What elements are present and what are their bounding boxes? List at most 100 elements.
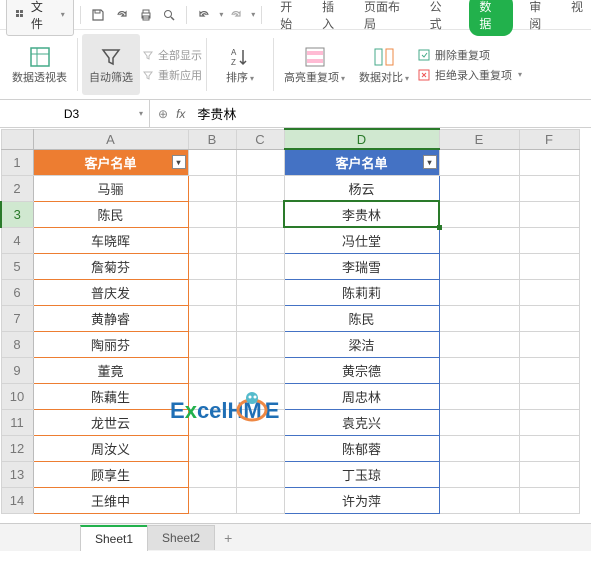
cell[interactable] <box>439 487 519 513</box>
cell[interactable] <box>439 149 519 175</box>
cell[interactable] <box>236 253 284 279</box>
col-header-F[interactable]: F <box>519 129 579 149</box>
sheet-tab-1[interactable]: Sheet1 <box>80 525 148 551</box>
cell[interactable] <box>439 435 519 461</box>
ribbon-highlight-dup[interactable]: 高亮重复项▾ <box>278 34 351 95</box>
cell[interactable] <box>439 253 519 279</box>
cell[interactable]: 丁玉琼 <box>284 461 439 487</box>
redo-icon[interactable] <box>225 4 247 26</box>
tab-start[interactable]: 开始 <box>278 0 306 36</box>
cell[interactable] <box>236 409 284 435</box>
filter-dropdown-icon[interactable]: ▾ <box>172 155 186 169</box>
save-icon[interactable] <box>87 4 109 26</box>
tab-insert[interactable]: 插入 <box>320 0 348 36</box>
ribbon-show-all[interactable]: 全部显示 <box>142 47 202 63</box>
cell[interactable] <box>439 461 519 487</box>
cell[interactable] <box>188 201 236 227</box>
tab-data[interactable]: 数据 <box>469 0 513 36</box>
cell[interactable] <box>519 201 579 227</box>
select-all-corner[interactable] <box>1 129 33 149</box>
row-header[interactable]: 7 <box>1 305 33 331</box>
cell[interactable]: 陶丽芬 <box>33 331 188 357</box>
print-preview-icon[interactable] <box>159 4 181 26</box>
cell[interactable] <box>439 279 519 305</box>
cell[interactable] <box>519 461 579 487</box>
cell[interactable] <box>236 227 284 253</box>
spreadsheet-grid[interactable]: A B C D E F 1客户名单▾客户名单▾2马骊杨云3陈民李贵林4车晓晖冯仕… <box>0 128 580 514</box>
cell[interactable] <box>519 305 579 331</box>
cell[interactable]: 车晓晖 <box>33 227 188 253</box>
row-header[interactable]: 4 <box>1 227 33 253</box>
ribbon-data-compare[interactable]: 数据对比▾ <box>353 34 415 95</box>
cell[interactable] <box>439 305 519 331</box>
cell[interactable] <box>519 279 579 305</box>
col-header-D[interactable]: D <box>284 129 439 149</box>
tab-view[interactable]: 视 <box>569 0 585 36</box>
cell[interactable]: 詹菊芬 <box>33 253 188 279</box>
cell[interactable] <box>439 175 519 201</box>
cell[interactable] <box>188 149 236 175</box>
ribbon-sort[interactable]: AZ 排序▾ <box>211 34 269 95</box>
cell[interactable] <box>188 253 236 279</box>
formula-input[interactable] <box>193 104 583 123</box>
cell[interactable] <box>188 435 236 461</box>
cell[interactable] <box>439 201 519 227</box>
row-header[interactable]: 14 <box>1 487 33 513</box>
cell[interactable] <box>519 175 579 201</box>
cell[interactable] <box>236 279 284 305</box>
cell[interactable]: 李贵林 <box>284 201 439 227</box>
row-header[interactable]: 11 <box>1 409 33 435</box>
cell[interactable]: 周汝义 <box>33 435 188 461</box>
cell[interactable] <box>236 487 284 513</box>
cell[interactable]: 陈民 <box>284 305 439 331</box>
row-header[interactable]: 3 <box>1 201 33 227</box>
cell[interactable]: 陈莉莉 <box>284 279 439 305</box>
cell[interactable]: 周忠林 <box>284 383 439 409</box>
tab-formula[interactable]: 公式 <box>428 0 456 36</box>
undo-icon[interactable] <box>193 4 215 26</box>
cell[interactable]: 袁克兴 <box>284 409 439 435</box>
cell[interactable]: 许为萍 <box>284 487 439 513</box>
cell[interactable]: 普庆发 <box>33 279 188 305</box>
row-header[interactable]: 10 <box>1 383 33 409</box>
cell[interactable]: 董竟 <box>33 357 188 383</box>
ribbon-pivot[interactable]: 数据透视表 <box>6 34 73 95</box>
cell[interactable] <box>236 305 284 331</box>
cell[interactable]: 梁洁 <box>284 331 439 357</box>
cell[interactable] <box>236 149 284 175</box>
cell[interactable] <box>519 487 579 513</box>
cell[interactable]: 顾享生 <box>33 461 188 487</box>
col-header-C[interactable]: C <box>236 129 284 149</box>
filter-dropdown-icon[interactable]: ▾ <box>423 155 437 169</box>
ribbon-reapply[interactable]: 重新应用 <box>142 67 202 83</box>
cell[interactable] <box>519 149 579 175</box>
cell[interactable] <box>519 435 579 461</box>
fx-icon[interactable]: fx <box>176 107 185 121</box>
name-box[interactable]: ▾ <box>0 100 150 127</box>
cell-ref-input[interactable] <box>6 107 137 121</box>
ribbon-remove-dup[interactable]: 删除重复项 <box>417 47 522 63</box>
cell[interactable] <box>519 409 579 435</box>
cell[interactable] <box>439 357 519 383</box>
sheet-tab-2[interactable]: Sheet2 <box>147 525 215 550</box>
tab-review[interactable]: 审阅 <box>527 0 555 36</box>
col-header-E[interactable]: E <box>439 129 519 149</box>
row-header[interactable]: 2 <box>1 175 33 201</box>
cell[interactable] <box>519 331 579 357</box>
cell[interactable]: 王维中 <box>33 487 188 513</box>
cell[interactable] <box>188 461 236 487</box>
cell[interactable] <box>188 227 236 253</box>
row-header[interactable]: 9 <box>1 357 33 383</box>
cell[interactable] <box>188 331 236 357</box>
cell[interactable] <box>519 357 579 383</box>
cell[interactable]: 黄宗德 <box>284 357 439 383</box>
cell[interactable] <box>236 435 284 461</box>
cell[interactable] <box>439 227 519 253</box>
row-header[interactable]: 12 <box>1 435 33 461</box>
cell[interactable]: 杨云 <box>284 175 439 201</box>
ribbon-reject-dup[interactable]: 拒绝录入重复项▾ <box>417 67 522 83</box>
zoom-icon[interactable]: ⊕ <box>158 107 168 121</box>
cell[interactable] <box>188 175 236 201</box>
cell[interactable]: 黄静睿 <box>33 305 188 331</box>
cell[interactable] <box>236 175 284 201</box>
